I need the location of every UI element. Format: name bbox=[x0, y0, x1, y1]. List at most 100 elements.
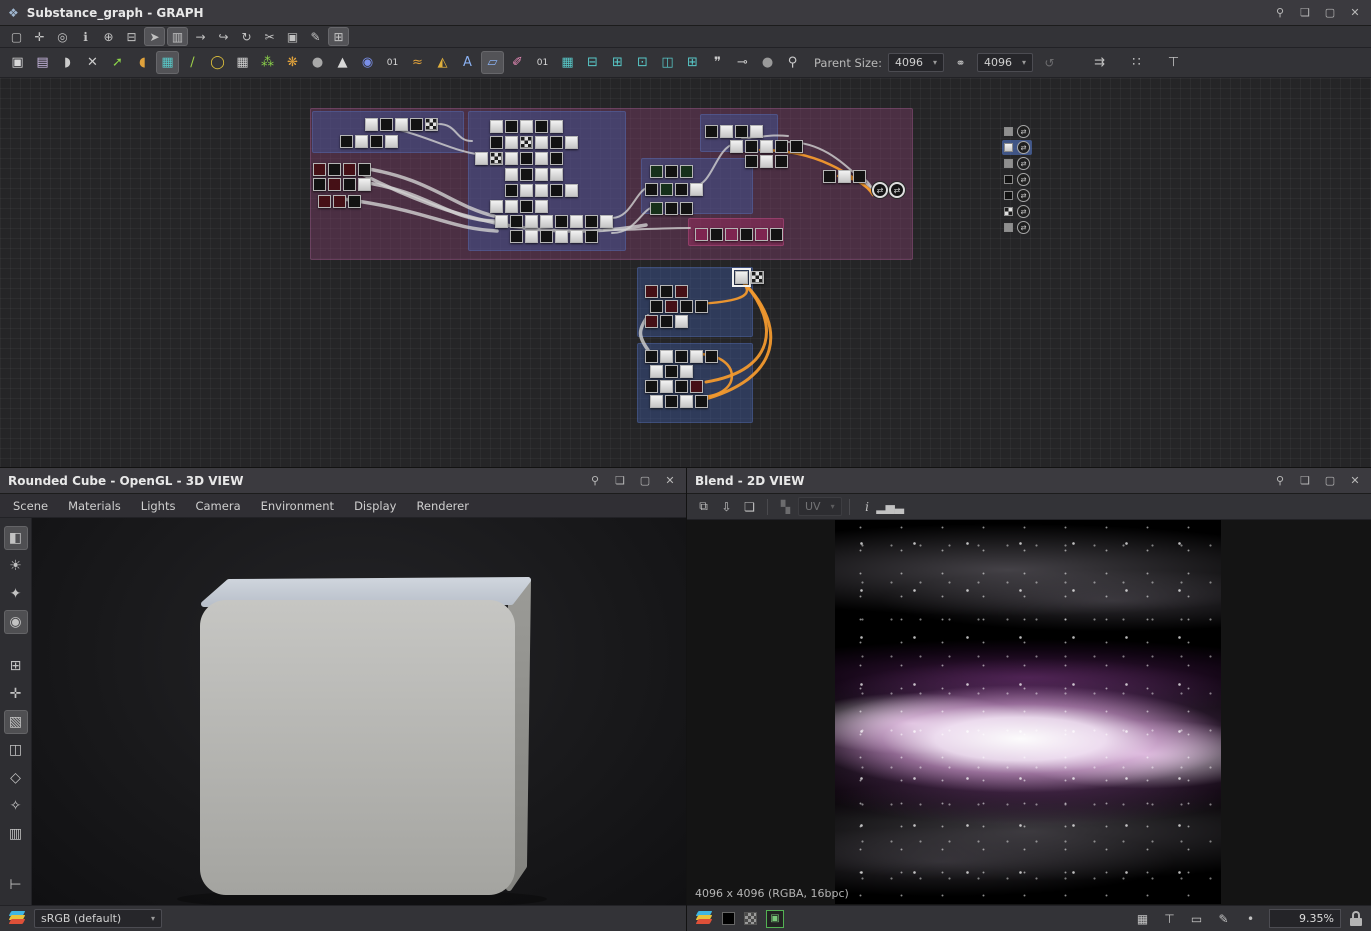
graph-node[interactable] bbox=[745, 140, 758, 153]
graph-node[interactable] bbox=[520, 152, 533, 165]
frame-icon[interactable]: ▭ bbox=[1186, 909, 1207, 928]
paint-brush-node-icon[interactable]: ✐ bbox=[506, 51, 529, 74]
graph-node[interactable] bbox=[775, 155, 788, 168]
blend-node-icon[interactable]: ▦ bbox=[156, 51, 179, 74]
preview-mesh-icon[interactable]: ⇉ bbox=[1088, 51, 1111, 74]
tiling-icon[interactable]: ▚ bbox=[775, 497, 796, 516]
maximize-button[interactable]: ▢ bbox=[637, 473, 653, 489]
hsl-node-icon[interactable]: ▦ bbox=[556, 51, 579, 74]
graph-node[interactable] bbox=[665, 365, 678, 378]
expose-parameters-icon[interactable]: ∷ bbox=[1125, 51, 1148, 74]
graph-node[interactable] bbox=[725, 228, 738, 241]
menu-scene[interactable]: Scene bbox=[4, 496, 57, 516]
graph-node[interactable] bbox=[645, 380, 658, 393]
postfx-icon[interactable]: ✦ bbox=[4, 582, 28, 606]
pin-button[interactable]: ⚲ bbox=[1272, 473, 1288, 489]
graph-node[interactable] bbox=[358, 163, 371, 176]
texture-filter-button[interactable]: ▣ bbox=[766, 910, 784, 928]
blend-texture-preview[interactable] bbox=[835, 520, 1221, 904]
graph-node[interactable] bbox=[760, 140, 773, 153]
graph-node[interactable] bbox=[505, 136, 518, 149]
graph-node[interactable] bbox=[535, 168, 548, 181]
parent-width-select[interactable]: 4096 ▾ bbox=[888, 53, 944, 72]
graph-node[interactable] bbox=[505, 200, 518, 213]
pan-tool-icon[interactable]: ✛ bbox=[29, 27, 50, 46]
graph-node[interactable] bbox=[520, 168, 533, 181]
graph-node[interactable] bbox=[540, 230, 553, 243]
crop-icon[interactable]: ⊟ bbox=[121, 27, 142, 46]
graph-node[interactable] bbox=[680, 365, 693, 378]
graph-node[interactable] bbox=[348, 195, 361, 208]
graph-node[interactable] bbox=[675, 380, 688, 393]
slope-blur-node-icon[interactable]: ◭ bbox=[431, 51, 454, 74]
output-node[interactable]: ⇄ bbox=[872, 182, 888, 198]
color-management-icon[interactable] bbox=[8, 911, 26, 926]
graph-node[interactable] bbox=[495, 215, 508, 228]
graph-node[interactable] bbox=[520, 200, 533, 213]
dot-node-icon[interactable]: ⊸ bbox=[731, 51, 754, 74]
graph-node[interactable] bbox=[565, 136, 578, 149]
graph-node[interactable] bbox=[680, 300, 693, 313]
graph-node[interactable] bbox=[665, 395, 678, 408]
normal-node-icon[interactable]: ◉ bbox=[356, 51, 379, 74]
graph-output-item[interactable]: ⇄ bbox=[1002, 204, 1032, 219]
graph-node[interactable] bbox=[318, 195, 331, 208]
anchor-icon[interactable]: ⊤ bbox=[1162, 51, 1185, 74]
graph-node[interactable] bbox=[690, 380, 703, 393]
graph-node[interactable] bbox=[735, 271, 748, 284]
graph-node[interactable] bbox=[535, 120, 548, 133]
graph-node[interactable] bbox=[790, 140, 803, 153]
info-icon[interactable]: i bbox=[857, 497, 878, 516]
wire-curve-icon[interactable]: ↪ bbox=[213, 27, 234, 46]
background-color-swatch[interactable] bbox=[722, 912, 735, 925]
float-button[interactable]: ❏ bbox=[612, 473, 628, 489]
light-icon[interactable]: ☀ bbox=[4, 554, 28, 578]
graph-node[interactable] bbox=[695, 228, 708, 241]
graph-node[interactable] bbox=[690, 183, 703, 196]
align-nodes-icon[interactable]: ▣ bbox=[282, 27, 303, 46]
display-mode-icon[interactable]: ▥ bbox=[167, 27, 188, 46]
float-button[interactable]: ❏ bbox=[1297, 5, 1313, 21]
graph-node[interactable] bbox=[525, 230, 538, 243]
graph-output-item[interactable]: ⇄ bbox=[1002, 172, 1032, 187]
pin-button[interactable]: ⚲ bbox=[1272, 5, 1288, 21]
graph-node[interactable] bbox=[490, 136, 503, 149]
graph-node[interactable] bbox=[525, 215, 538, 228]
viewport-2d[interactable]: 4096 x 4096 (RGBA, 16bpc) bbox=[687, 520, 1371, 905]
parent-height-select[interactable]: 4096 ▾ bbox=[977, 53, 1033, 72]
graph-node[interactable] bbox=[313, 178, 326, 191]
graph-node[interactable] bbox=[645, 183, 658, 196]
graph-output-item[interactable]: ⇄ bbox=[1002, 156, 1032, 171]
graph-node[interactable] bbox=[555, 215, 568, 228]
graph-node[interactable] bbox=[645, 285, 658, 298]
graph-node[interactable] bbox=[660, 285, 673, 298]
graph-node[interactable] bbox=[385, 135, 398, 148]
info-icon[interactable]: ℹ bbox=[75, 27, 96, 46]
graph-node[interactable] bbox=[775, 140, 788, 153]
graph-node[interactable] bbox=[751, 271, 764, 284]
curve-adjust-node-icon[interactable]: ⊞ bbox=[606, 51, 629, 74]
graph-node[interactable] bbox=[660, 183, 673, 196]
levels-node-icon[interactable]: ⊟ bbox=[581, 51, 604, 74]
graph-node[interactable] bbox=[520, 136, 533, 149]
graph-node[interactable] bbox=[550, 184, 563, 197]
rotate-icon[interactable]: ↻ bbox=[236, 27, 257, 46]
size-reset-icon[interactable]: ↺ bbox=[1039, 53, 1060, 72]
graph-node[interactable] bbox=[520, 120, 533, 133]
zoom-input[interactable]: 9.35% bbox=[1269, 909, 1341, 928]
graph-node[interactable] bbox=[328, 178, 341, 191]
transform-node-icon[interactable]: ▱ bbox=[481, 51, 504, 74]
pattern-node-icon[interactable]: ▤ bbox=[31, 51, 54, 74]
graph-node[interactable] bbox=[505, 184, 518, 197]
graph-node[interactable] bbox=[750, 125, 763, 138]
screenshot-icon[interactable]: ◎ bbox=[52, 27, 73, 46]
graph-node[interactable] bbox=[343, 178, 356, 191]
close-button[interactable]: ✕ bbox=[662, 473, 678, 489]
graph-output-item[interactable]: ⇄ bbox=[1002, 220, 1032, 235]
graph-node[interactable] bbox=[645, 315, 658, 328]
graph-node[interactable] bbox=[490, 152, 503, 165]
output-node[interactable]: ⇄ bbox=[889, 182, 905, 198]
warp-node-icon[interactable]: ≈ bbox=[406, 51, 429, 74]
graph-node[interactable] bbox=[505, 168, 518, 181]
graph-node[interactable] bbox=[410, 118, 423, 131]
